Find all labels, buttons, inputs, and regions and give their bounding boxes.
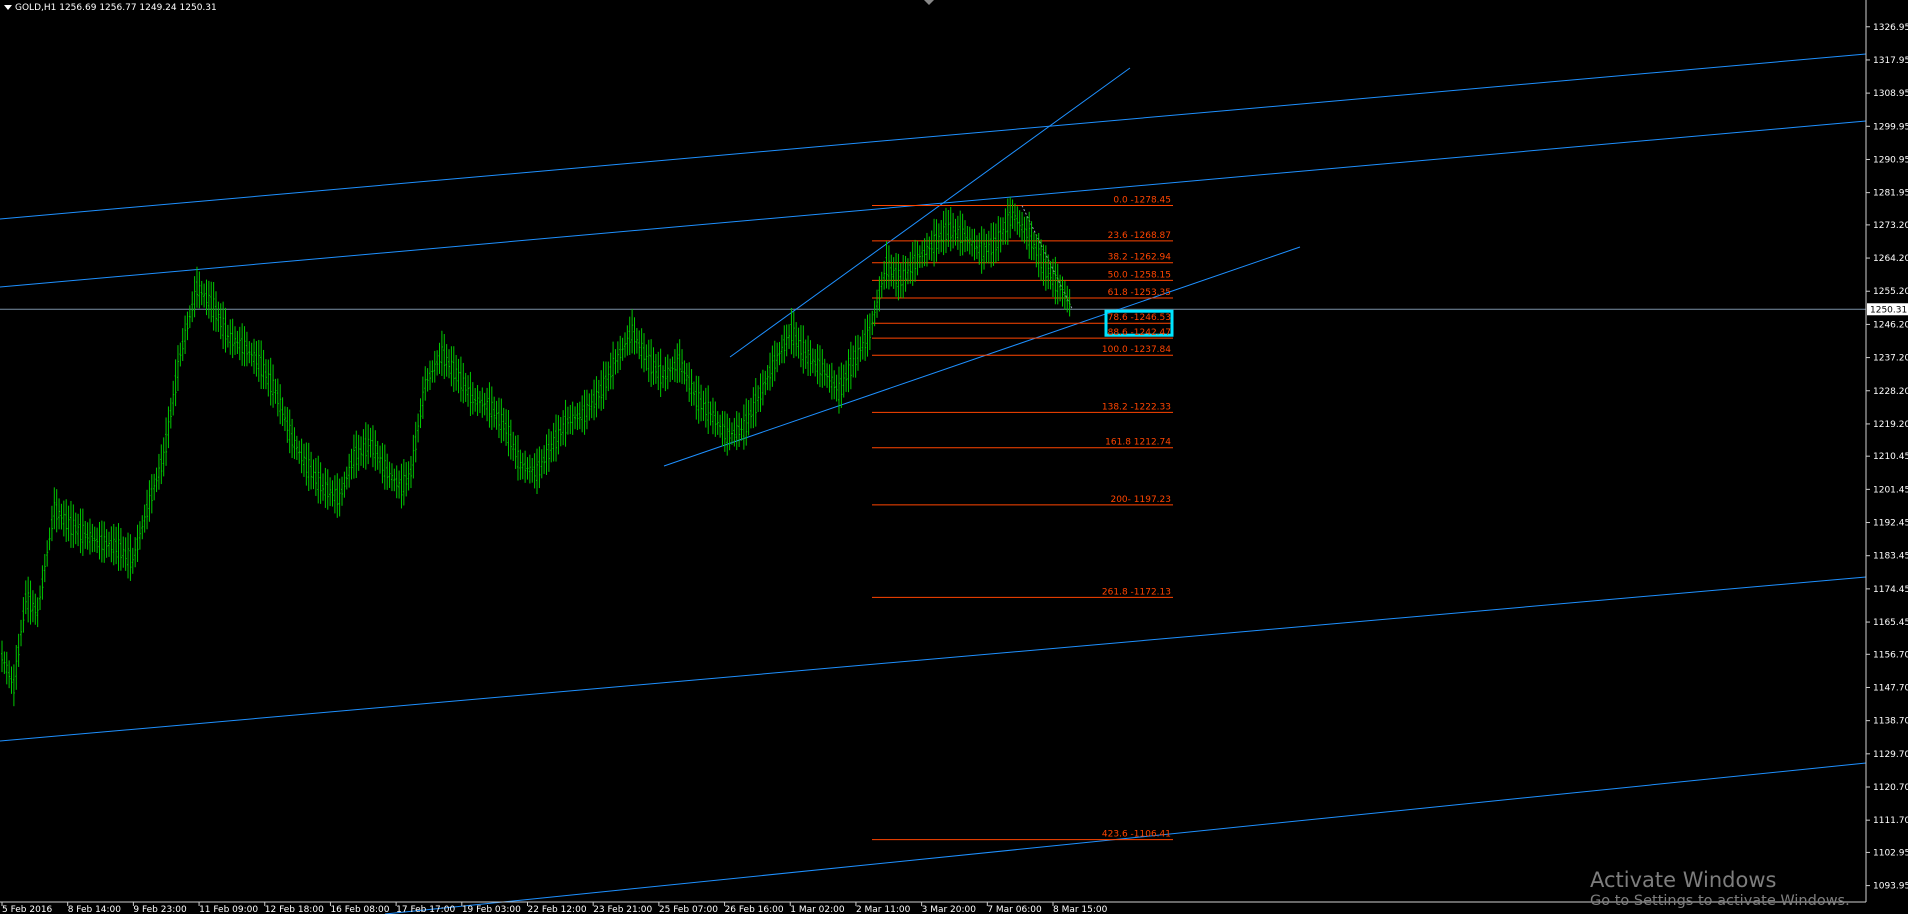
- time-tick-label: 9 Feb 23:00: [133, 905, 187, 914]
- price-tick-label: 1111.70: [1873, 816, 1908, 826]
- time-tick-label: 11 Feb 09:00: [199, 905, 258, 914]
- price-tick-label: 1210.45: [1873, 452, 1908, 462]
- price-tick-label: 1120.70: [1873, 783, 1908, 793]
- fibo-level-label: 38.2 -1262.94: [1108, 253, 1172, 263]
- price-tick-label: 1317.95: [1873, 56, 1908, 66]
- trend-line[interactable]: [663, 246, 1301, 467]
- fibo-level-label: 100.0 -1237.84: [1102, 345, 1171, 355]
- time-tick-label: 22 Feb 12:00: [528, 905, 587, 914]
- time-tick-label: 26 Feb 16:00: [725, 905, 784, 914]
- trend-line[interactable]: [0, 576, 1867, 742]
- trendlines[interactable]: [0, 53, 1867, 914]
- fibo-level-label: 161.8 1212.74: [1105, 438, 1171, 448]
- fibo-level-label: 200- 1197.23: [1110, 495, 1171, 505]
- time-tick-label: 2 Mar 11:00: [856, 905, 911, 914]
- fibo-level-label: 50.0 -1258.15: [1108, 270, 1171, 280]
- activation-watermark-text: Go to Settings to activate Windows.: [1590, 893, 1850, 909]
- dropdown-triangle-icon[interactable]: [4, 5, 12, 10]
- time-tick-label: 8 Mar 15:00: [1053, 905, 1108, 914]
- price-tick-label: 1102.95: [1873, 848, 1908, 858]
- price-tick-label: 1264.20: [1873, 254, 1908, 264]
- fibo-level-label: 88.6 -1242.47: [1108, 328, 1171, 338]
- price-tick-label: 1237.20: [1873, 354, 1908, 364]
- price-tick-label: 1147.70: [1873, 683, 1908, 693]
- current-price-label: 1250.31: [1870, 305, 1907, 315]
- axes: 1326.95 1317.95 1308.95 1299.95 1290.95 1281.…: [0, 0, 1908, 914]
- activation-watermark-title: Activate Windows: [1590, 868, 1777, 892]
- fibo-level-label: 423.6 -1106.41: [1102, 830, 1171, 840]
- time-tick-label: 8 Feb 14:00: [68, 905, 122, 914]
- price-tick-label: 1201.45: [1873, 485, 1908, 495]
- fibo-level-label: 261.8 -1172.13: [1102, 587, 1171, 597]
- time-tick-label: 16 Feb 08:00: [330, 905, 389, 914]
- price-tick-label: 1138.70: [1873, 717, 1908, 727]
- price-tick-label: 1246.20: [1873, 320, 1908, 330]
- price-tick-label: 1273.20: [1873, 221, 1908, 231]
- time-tick-label: 12 Feb 18:00: [265, 905, 324, 914]
- price-tick-label: 1219.20: [1873, 420, 1908, 430]
- fibo-level-label: 61.8 -1253.35: [1108, 288, 1171, 298]
- time-tick-label: 25 Feb 07:00: [659, 905, 718, 914]
- time-tick-label: 3 Mar 20:00: [922, 905, 977, 914]
- time-tick-label: 1 Mar 02:00: [790, 905, 845, 914]
- price-tick-label: 1326.95: [1873, 23, 1908, 33]
- time-tick-label: 5 Feb 2016: [2, 905, 53, 914]
- high-price: 1256.77: [99, 3, 137, 13]
- symbol-label: GOLD,H1: [15, 3, 57, 13]
- shift-marker-icon[interactable]: [924, 0, 934, 5]
- close-price: 1250.31: [179, 3, 217, 13]
- price-tick-label: 1156.70: [1873, 650, 1908, 660]
- fibo-level-label: 23.6 -1268.87: [1108, 231, 1171, 241]
- fibonacci-retracement[interactable]: 0.0 -1278.45 23.6 -1268.87 38.2 -1262.94 50…: [872, 196, 1174, 841]
- price-chart[interactable]: 0.0 -1278.45 23.6 -1268.87 38.2 -1262.94 50…: [0, 0, 1908, 914]
- price-tick-label: 1129.70: [1873, 750, 1908, 760]
- chart-header: GOLD,H1 1256.69 1256.77 1249.24 1250.31: [4, 3, 217, 13]
- fibo-level-label: 138.2 -1222.33: [1102, 402, 1171, 412]
- price-tick-label: 1228.20: [1873, 387, 1908, 397]
- price-tick-label: 1165.45: [1873, 618, 1908, 628]
- trend-line[interactable]: [0, 53, 1867, 220]
- price-tick-label: 1281.95: [1873, 189, 1908, 199]
- price-tick-label: 1290.95: [1873, 155, 1908, 165]
- price-tick-label: 1174.45: [1873, 585, 1908, 595]
- time-tick-label: 7 Mar 06:00: [987, 905, 1042, 914]
- price-tick-label: 1299.95: [1873, 122, 1908, 132]
- price-series: [1, 197, 1071, 707]
- open-price: 1256.69: [59, 3, 97, 13]
- fibo-level-label: 78.6 -1246.53: [1108, 313, 1171, 323]
- time-tick-label: 17 Feb 17:00: [396, 905, 455, 914]
- fibo-level-label: 0.0 -1278.45: [1113, 196, 1171, 206]
- trend-line[interactable]: [0, 120, 1867, 288]
- low-price: 1249.24: [139, 3, 177, 13]
- price-tick-label: 1192.45: [1873, 519, 1908, 529]
- time-tick-label: 19 Feb 03:00: [462, 905, 521, 914]
- price-tick-label: 1093.95: [1873, 882, 1908, 892]
- time-tick-label: 23 Feb 21:00: [593, 905, 652, 914]
- price-tick-label: 1183.45: [1873, 552, 1908, 562]
- price-tick-label: 1255.20: [1873, 287, 1908, 297]
- price-tick-label: 1308.95: [1873, 89, 1908, 99]
